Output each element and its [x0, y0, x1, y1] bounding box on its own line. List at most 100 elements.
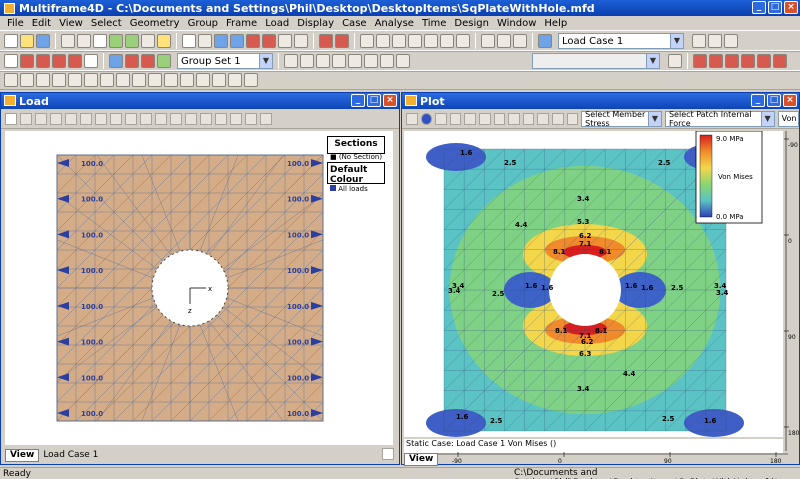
load-tool-1-icon[interactable]: [20, 112, 32, 125]
minimize-button[interactable]: _: [752, 1, 766, 14]
tool-i-icon[interactable]: [132, 73, 146, 87]
menu-edit[interactable]: Edit: [28, 18, 55, 29]
forward-icon[interactable]: [708, 34, 722, 48]
load-tool-7-icon[interactable]: [110, 112, 122, 125]
menu-select[interactable]: Select: [87, 18, 126, 29]
undo-icon[interactable]: [109, 34, 123, 48]
close-button[interactable]: ×: [783, 94, 797, 107]
tool-p-icon[interactable]: [244, 73, 258, 87]
result-5-icon[interactable]: [757, 54, 771, 68]
axes2-icon[interactable]: [497, 34, 511, 48]
material-icon[interactable]: [125, 54, 139, 68]
open-folder-icon[interactable]: [20, 34, 34, 48]
load-case-select[interactable]: Load Case 1 ▼: [558, 33, 684, 49]
menu-design[interactable]: Design: [450, 18, 493, 29]
maximize-button[interactable]: □: [367, 94, 381, 107]
tab-view[interactable]: View: [404, 452, 439, 466]
tool-b-icon[interactable]: [20, 73, 34, 87]
tool-l-icon[interactable]: [180, 73, 194, 87]
load-tool-10-icon[interactable]: [155, 112, 167, 125]
joint-icon[interactable]: [36, 54, 50, 68]
new-file-icon[interactable]: [4, 34, 18, 48]
plot-tool-5-icon[interactable]: [493, 112, 506, 125]
load-4-icon[interactable]: [332, 54, 346, 68]
dim-6-icon[interactable]: [440, 34, 454, 48]
frame-icon[interactable]: [4, 54, 18, 68]
menu-load[interactable]: Load: [261, 18, 293, 29]
menu-help[interactable]: Help: [540, 18, 571, 29]
dim-1-icon[interactable]: [360, 34, 374, 48]
result-1-icon[interactable]: [693, 54, 707, 68]
load-tool-17-icon[interactable]: [260, 112, 272, 125]
load-tool-5-icon[interactable]: [80, 112, 92, 125]
plot-tool-10-icon[interactable]: [566, 112, 579, 125]
close-button[interactable]: ×: [784, 1, 798, 14]
dim-7-icon[interactable]: [456, 34, 470, 48]
load-3-icon[interactable]: [316, 54, 330, 68]
menu-group[interactable]: Group: [184, 18, 222, 29]
plot-tool-9-icon[interactable]: [551, 112, 564, 125]
load-tool-15-icon[interactable]: [230, 112, 242, 125]
tab-load-case[interactable]: Load Case 1: [39, 450, 98, 460]
tool-d-icon[interactable]: [52, 73, 66, 87]
tool-m-icon[interactable]: [196, 73, 210, 87]
dim-3-icon[interactable]: [392, 34, 406, 48]
maximize-button[interactable]: □: [767, 94, 781, 107]
panel-icon[interactable]: [538, 34, 552, 48]
tab-view[interactable]: View: [5, 448, 40, 462]
save-icon[interactable]: [36, 34, 50, 48]
plot-scale-icon[interactable]: [406, 112, 418, 125]
load-8-icon[interactable]: [396, 54, 410, 68]
menu-analyse[interactable]: Analyse: [371, 18, 418, 29]
resize-grip-icon[interactable]: [382, 448, 394, 460]
tool-o-icon[interactable]: [228, 73, 242, 87]
load-scale-icon[interactable]: [5, 112, 17, 125]
plot-canvas[interactable]: 1.62.52.51.63.44.45.36.27.18.18.13.43.42…: [404, 131, 783, 437]
table-icon[interactable]: [668, 54, 682, 68]
plot-tool-2-icon[interactable]: [449, 112, 462, 125]
grid-icon[interactable]: [319, 34, 333, 48]
menu-case[interactable]: Case: [338, 18, 370, 29]
plot-tool-4-icon[interactable]: [478, 112, 491, 125]
tool-f-icon[interactable]: [84, 73, 98, 87]
zoom-in-icon[interactable]: [214, 34, 228, 48]
plot-tool-7-icon[interactable]: [522, 112, 535, 125]
view-front-icon[interactable]: [294, 34, 308, 48]
time-icon[interactable]: [724, 34, 738, 48]
zoom-out-icon[interactable]: [230, 34, 244, 48]
menu-frame[interactable]: Frame: [222, 18, 261, 29]
plot-tool-3-icon[interactable]: [464, 112, 476, 125]
tool-n-icon[interactable]: [212, 73, 226, 87]
tool-g-icon[interactable]: [100, 73, 114, 87]
tool-c-icon[interactable]: [36, 73, 50, 87]
load-tool-16-icon[interactable]: [245, 112, 257, 125]
load-tool-4-icon[interactable]: [65, 112, 77, 125]
menu-display[interactable]: Display: [293, 18, 338, 29]
menu-geometry[interactable]: Geometry: [126, 18, 184, 29]
load-tool-2-icon[interactable]: [35, 112, 47, 125]
load-tool-12-icon[interactable]: [185, 112, 197, 125]
load-tool-14-icon[interactable]: [215, 112, 227, 125]
print-icon[interactable]: [141, 34, 155, 48]
result-6-icon[interactable]: [773, 54, 787, 68]
tool-a-icon[interactable]: [4, 73, 18, 87]
plot-tool-6-icon[interactable]: [508, 112, 520, 125]
help-icon[interactable]: [157, 34, 171, 48]
patch-icon[interactable]: [84, 54, 98, 68]
copy-icon[interactable]: [77, 34, 91, 48]
menu-view[interactable]: View: [55, 18, 87, 29]
dim-2-icon[interactable]: [376, 34, 390, 48]
dim-4-icon[interactable]: [408, 34, 422, 48]
menu-window[interactable]: Window: [493, 18, 540, 29]
pan-icon[interactable]: [246, 34, 260, 48]
load-tool-11-icon[interactable]: [170, 112, 182, 125]
load-tool-6-icon[interactable]: [95, 112, 107, 125]
group-set-icon[interactable]: [157, 54, 171, 68]
patch-force-select[interactable]: Select Patch Internal Force ▼: [664, 110, 775, 128]
load-1-icon[interactable]: [284, 54, 298, 68]
paste-icon[interactable]: [93, 34, 107, 48]
maximize-button[interactable]: □: [768, 1, 782, 14]
stress-contour-plot[interactable]: 1.62.52.51.63.44.45.36.27.18.18.13.43.42…: [404, 131, 783, 437]
load-7-icon[interactable]: [380, 54, 394, 68]
member-icon[interactable]: [20, 54, 34, 68]
